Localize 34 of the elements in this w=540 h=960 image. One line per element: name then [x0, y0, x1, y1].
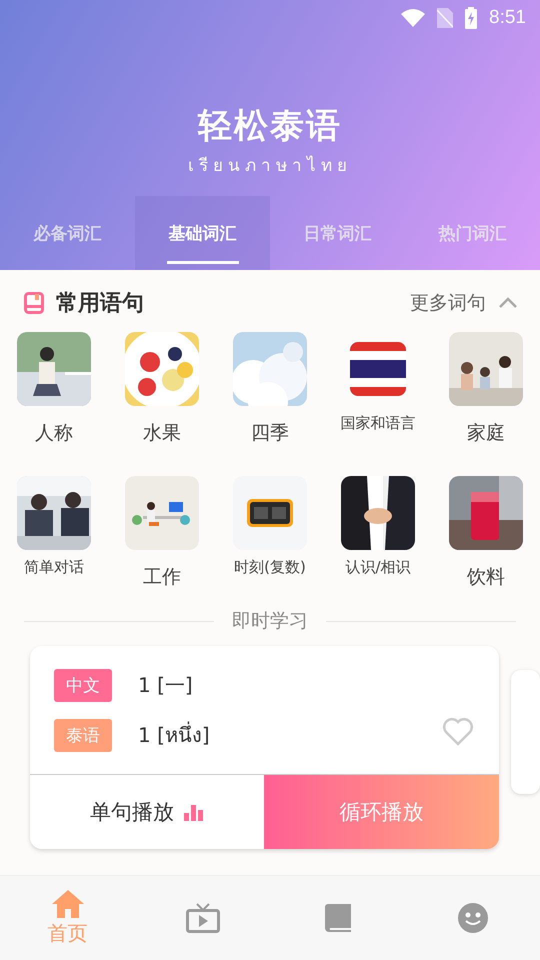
app-subtitle: เรียนภาษาไทย [188, 154, 352, 178]
status-time: 8:51 [489, 7, 526, 29]
play-button[interactable]: 单句播放 [30, 775, 264, 849]
book-icon [324, 904, 350, 932]
battery-icon [465, 7, 478, 29]
category-label[interactable]: 饮料 [467, 564, 505, 590]
home-icon [52, 890, 84, 918]
phrase-text: 1 [一] [138, 672, 193, 698]
language-tag: 中文 [54, 668, 112, 702]
chevron-icon[interactable] [498, 297, 518, 309]
category-label[interactable]: 国家和语言 [340, 414, 416, 433]
category-label[interactable]: 简单对话 [24, 558, 84, 577]
section-heading: 即时学习 [232, 609, 308, 634]
category-label[interactable]: 四季 [251, 420, 289, 446]
more-link[interactable]: 更多词句 [410, 290, 486, 316]
wifi-icon [401, 9, 426, 27]
category-label[interactable]: 认识/相识 [345, 558, 411, 577]
section-title: 常用语句 [56, 290, 145, 318]
flag-icon [350, 342, 406, 396]
category-label[interactable]: 家庭 [467, 420, 505, 446]
heart-icon[interactable] [442, 718, 473, 746]
category-label[interactable]: 时刻(复数) [234, 558, 306, 577]
category-label[interactable]: 工作 [143, 564, 181, 590]
language-tag: 泰语 [54, 718, 112, 752]
face-icon [458, 903, 488, 933]
phrase-text: 1 [หนึ่ง] [138, 720, 210, 749]
clock-icon [247, 499, 293, 527]
category-label[interactable]: 人称 [35, 420, 73, 446]
no-sim-icon [437, 8, 454, 28]
tv-icon [186, 903, 220, 933]
category-label[interactable]: 水果 [143, 420, 181, 446]
app-title: 轻松泰语 [198, 105, 342, 148]
equalizer-icon [184, 803, 204, 821]
book-icon [24, 292, 44, 314]
